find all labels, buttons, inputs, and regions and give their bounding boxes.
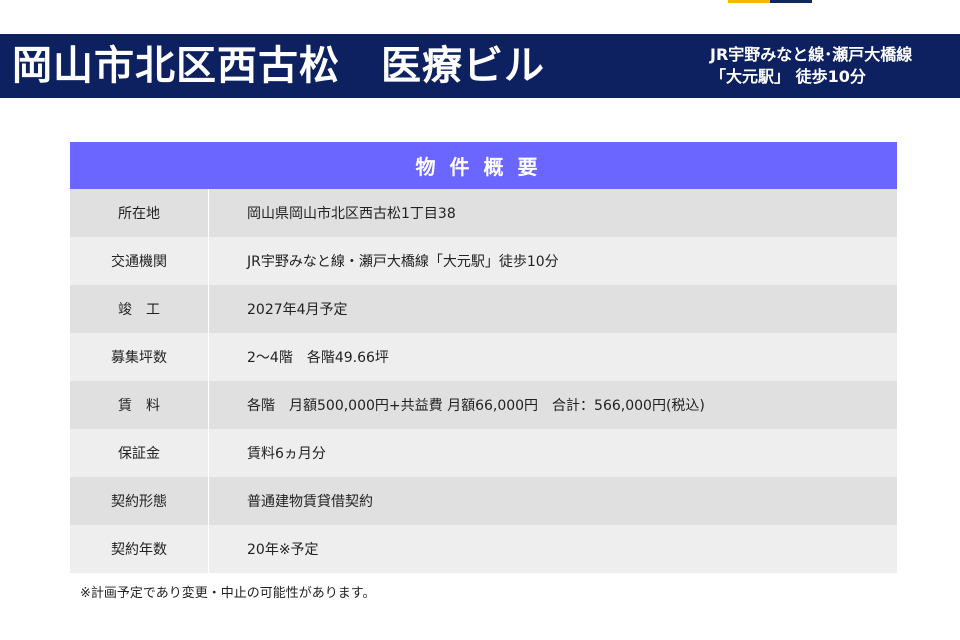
page-title: 岡山市北区西古松 医療ビル <box>12 43 545 89</box>
property-overview-table: 物件概要 所在地 岡山県岡山市北区西古松1丁目38 交通機関 JR宇野みなと線・… <box>70 142 897 573</box>
row-value-transport: JR宇野みなと線・瀬戸大橋線「大元駅」徒歩10分 <box>208 237 897 285</box>
row-label-transport: 交通機関 <box>70 237 208 285</box>
top-accent-bar <box>728 0 812 3</box>
row-label-rent: 賃 料 <box>70 381 208 429</box>
row-value-location: 岡山県岡山市北区西古松1丁目38 <box>208 189 897 237</box>
row-label-location: 所在地 <box>70 189 208 237</box>
table-row: 交通機関 JR宇野みなと線・瀬戸大橋線「大元駅」徒歩10分 <box>70 237 897 285</box>
table-row: 募集坪数 2～4階 各階49.66坪 <box>70 333 897 381</box>
row-value-area: 2～4階 各階49.66坪 <box>208 333 897 381</box>
access-line-2: 「大元駅」 徒歩10分 <box>710 67 866 86</box>
row-value-contract-term: 20年※予定 <box>208 525 897 573</box>
row-value-rent: 各階 月額500,000円+共益費 月額66,000円 合計：566,000円(… <box>208 381 897 429</box>
row-label-deposit: 保証金 <box>70 429 208 477</box>
page: 岡山市北区西古松 医療ビル JR宇野みなと線･瀬戸大橋線 「大元駅」 徒歩10分… <box>0 0 960 640</box>
table-row: 賃 料 各階 月額500,000円+共益費 月額66,000円 合計：566,0… <box>70 381 897 429</box>
row-label-area: 募集坪数 <box>70 333 208 381</box>
table-row: 契約年数 20年※予定 <box>70 525 897 573</box>
access-info: JR宇野みなと線･瀬戸大橋線 「大元駅」 徒歩10分 <box>710 44 912 88</box>
row-value-completion: 2027年4月予定 <box>208 285 897 333</box>
table-heading: 物件概要 <box>70 142 897 189</box>
access-line-1: JR宇野みなと線･瀬戸大橋線 <box>710 45 913 64</box>
table-row: 契約形態 普通建物賃貸借契約 <box>70 477 897 525</box>
table-row: 所在地 岡山県岡山市北区西古松1丁目38 <box>70 189 897 237</box>
row-value-deposit: 賃料6ヵ月分 <box>208 429 897 477</box>
accent-yellow-segment <box>728 0 770 3</box>
accent-navy-segment <box>770 0 812 3</box>
row-label-contract-type: 契約形態 <box>70 477 208 525</box>
footnote: ※計画予定であり変更・中止の可能性があります。 <box>80 586 376 601</box>
table-row: 保証金 賃料6ヵ月分 <box>70 429 897 477</box>
row-value-contract-type: 普通建物賃貸借契約 <box>208 477 897 525</box>
row-label-contract-term: 契約年数 <box>70 525 208 573</box>
table-row: 竣 工 2027年4月予定 <box>70 285 897 333</box>
row-label-completion: 竣 工 <box>70 285 208 333</box>
header-banner: 岡山市北区西古松 医療ビル JR宇野みなと線･瀬戸大橋線 「大元駅」 徒歩10分 <box>0 34 960 98</box>
